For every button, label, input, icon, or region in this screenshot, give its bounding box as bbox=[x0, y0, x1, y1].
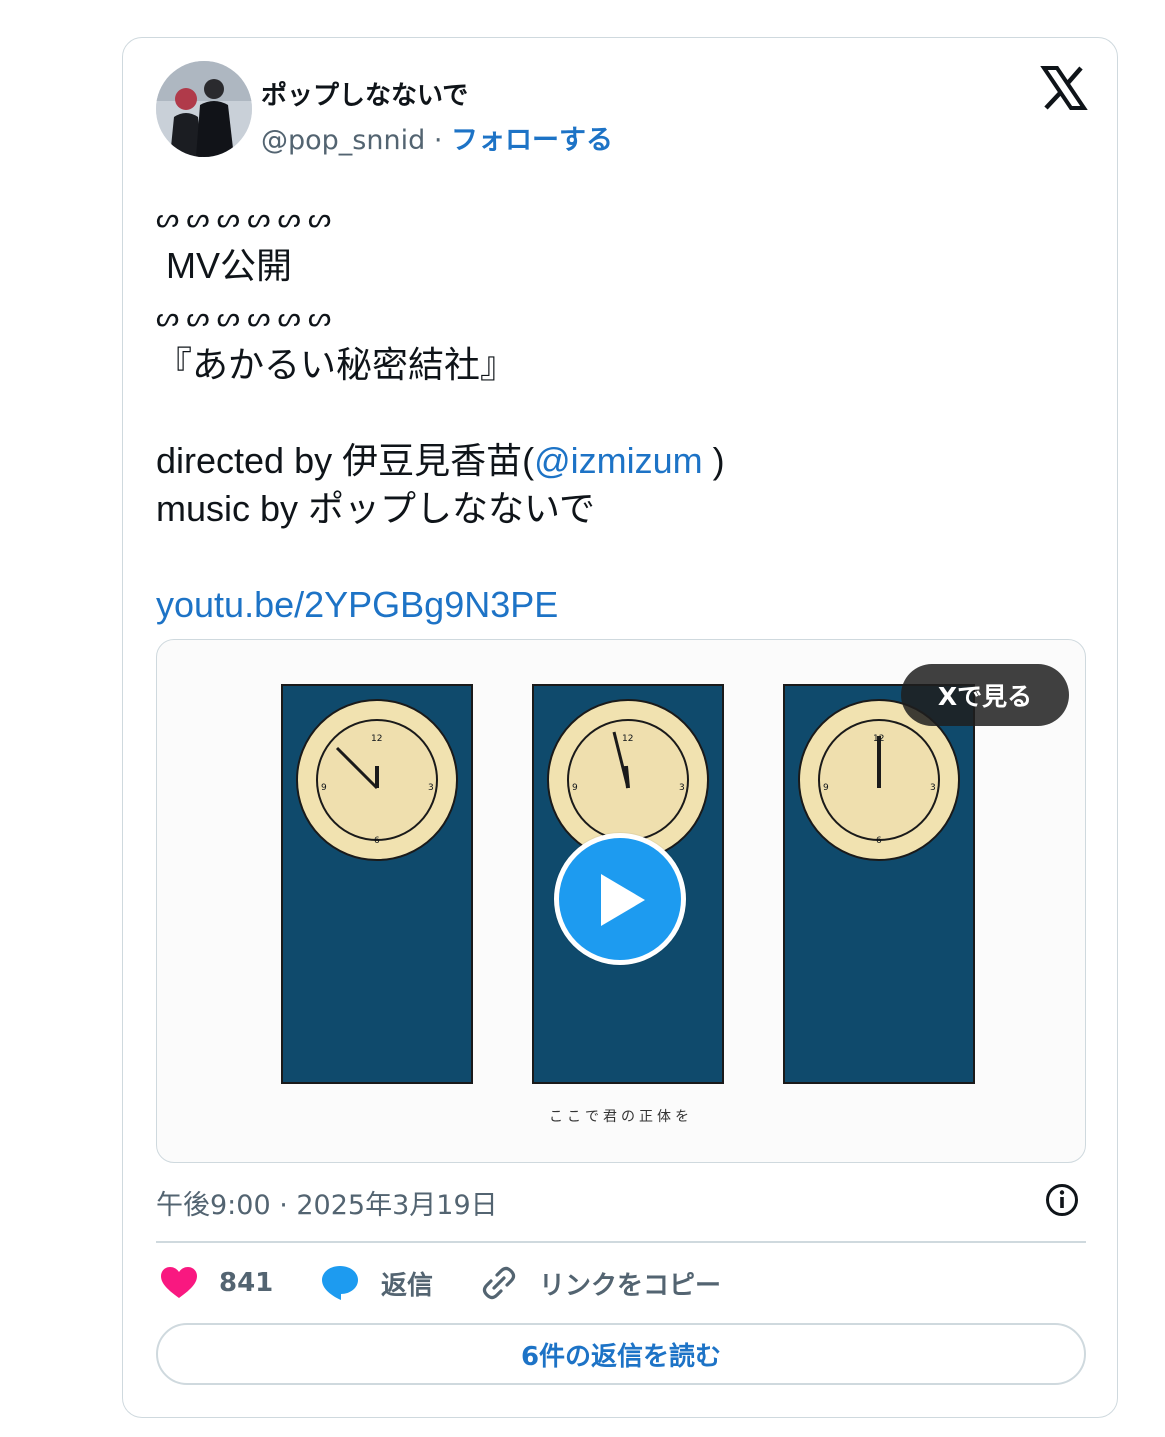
handle[interactable]: @pop_snnid bbox=[261, 125, 425, 156]
clock-number: 12 bbox=[371, 734, 383, 744]
timestamp[interactable]: 午後9:00 · 2025年3月19日 bbox=[156, 1183, 498, 1222]
link-icon bbox=[482, 1266, 516, 1300]
decoration-line: ᔕ ᔕ ᔕ ᔕ ᔕ ᔕ bbox=[156, 302, 332, 332]
decoration-line: ᔕ ᔕ ᔕ ᔕ ᔕ ᔕ bbox=[156, 203, 332, 233]
clock-number: 3 bbox=[679, 783, 685, 793]
directed-prefix: directed by 伊豆見香苗( bbox=[156, 440, 535, 481]
avatar[interactable] bbox=[156, 61, 252, 157]
music-line: music by ポップしなないで bbox=[156, 488, 595, 529]
separator: · bbox=[433, 125, 443, 156]
clock-panel: 12 3 6 9 bbox=[783, 684, 975, 1084]
mv-line: MV公開 bbox=[156, 245, 293, 286]
clock-number: 9 bbox=[572, 783, 578, 793]
like-count: 841 bbox=[219, 1268, 274, 1298]
clock-number: 9 bbox=[823, 783, 829, 793]
reply-label: 返信 bbox=[381, 1270, 434, 1301]
follow-button[interactable]: フォローする bbox=[451, 125, 613, 156]
clock-number: 12 bbox=[873, 734, 885, 744]
title-line: 『あかるい秘密結社』 bbox=[156, 344, 517, 385]
clock-panel: 12 3 6 9 bbox=[281, 684, 473, 1084]
video-caption: ここで君の正体を bbox=[549, 1109, 693, 1125]
clock-number: 9 bbox=[321, 783, 327, 793]
clock-number: 12 bbox=[622, 734, 634, 744]
clock-number: 3 bbox=[930, 783, 936, 793]
tweet-text: ᔕ ᔕ ᔕ ᔕ ᔕ ᔕ MV公開 ᔕ ᔕ ᔕ ᔕ ᔕ ᔕ 『あかるい秘密結社』 … bbox=[156, 191, 725, 629]
info-icon[interactable] bbox=[1045, 1183, 1079, 1217]
like-action[interactable]: 841 bbox=[161, 1263, 273, 1303]
director-mention-link[interactable]: @izmizum bbox=[534, 440, 703, 481]
watch-on-x-button[interactable]: Xで見る bbox=[901, 664, 1069, 726]
reply-bubble-icon bbox=[322, 1266, 358, 1300]
youtube-link[interactable]: youtu.be/2YPGBg9N3PE bbox=[156, 584, 558, 625]
reply-action[interactable]: 返信 bbox=[321, 1263, 433, 1303]
clock-number: 3 bbox=[428, 783, 434, 793]
video-thumbnail[interactable]: 12 3 6 9 12 3 9 12 3 6 9 ここで君の正体を Xで見る bbox=[156, 639, 1086, 1163]
display-name[interactable]: ポップしなないで bbox=[261, 75, 468, 112]
clock-number: 6 bbox=[374, 836, 380, 846]
clock-number: 6 bbox=[876, 836, 882, 846]
read-replies-button[interactable]: 6件の返信を読む bbox=[156, 1323, 1086, 1385]
play-button[interactable] bbox=[554, 833, 686, 965]
heart-icon bbox=[161, 1267, 197, 1298]
divider bbox=[156, 1241, 1086, 1243]
tweet-card: ポップしなないで @pop_snnid · フォローする ᔕ ᔕ ᔕ ᔕ ᔕ ᔕ… bbox=[122, 37, 1118, 1418]
directed-suffix: ) bbox=[702, 440, 725, 481]
copy-link-label: リンクをコピー bbox=[539, 1270, 722, 1301]
play-icon bbox=[601, 874, 645, 926]
copy-link-action[interactable]: リンクをコピー bbox=[481, 1263, 721, 1303]
handle-row: @pop_snnid · フォローする bbox=[261, 118, 613, 157]
x-logo-icon[interactable] bbox=[1040, 64, 1088, 112]
